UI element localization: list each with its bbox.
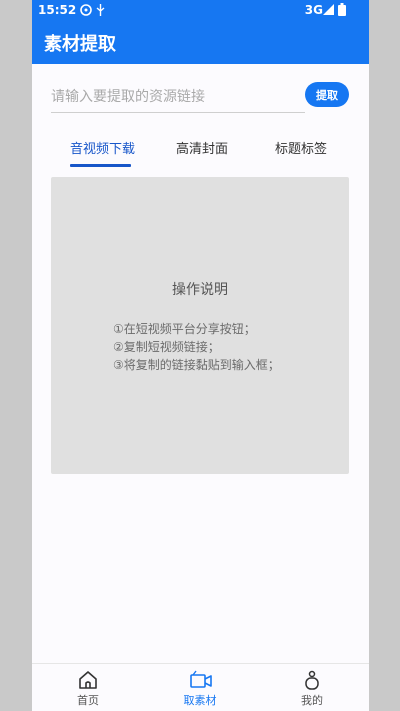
- status-time: 15:52: [38, 3, 77, 17]
- usb-icon: [96, 4, 105, 19]
- instruction-step: ③将复制的链接黏贴到输入框；: [113, 358, 280, 372]
- nav-home[interactable]: 首页: [32, 664, 144, 711]
- nav-profile[interactable]: 我的: [256, 664, 368, 711]
- app-bar: 素材提取: [32, 20, 369, 64]
- phone-screen: 15:52 3G 素材提取 提取 音视频下载 高清封面 标题标签 操作说明 ①在…: [32, 0, 369, 711]
- status-bar: 15:52 3G: [32, 0, 369, 20]
- notification-icon: [80, 4, 92, 19]
- profile-icon: [302, 670, 322, 690]
- instruction-step: ①在短视频平台分享按钮；: [113, 322, 256, 336]
- tab-active-indicator: [70, 164, 131, 167]
- extract-button[interactable]: 提取: [305, 82, 349, 107]
- tab-hd-cover[interactable]: 高清封面: [176, 138, 228, 157]
- home-icon: [78, 670, 98, 690]
- bottom-navigation: 首页 取素材 我的: [32, 663, 369, 711]
- tab-title-tags[interactable]: 标题标签: [275, 138, 327, 157]
- network-type: 3G: [304, 3, 323, 17]
- tab-bar: 音视频下载 高清封面 标题标签: [32, 130, 369, 170]
- nav-get-material[interactable]: 取素材: [144, 664, 256, 711]
- nav-profile-label: 我的: [301, 694, 323, 707]
- signal-icon: [323, 4, 334, 18]
- instructions-steps: ①在短视频平台分享按钮； ②复制短视频链接； ③将复制的链接黏贴到输入框；: [113, 320, 280, 374]
- instruction-step: ②复制短视频链接；: [113, 340, 220, 354]
- instructions-card: 操作说明 ①在短视频平台分享按钮； ②复制短视频链接； ③将复制的链接黏贴到输入…: [51, 177, 349, 474]
- video-icon: [190, 670, 212, 690]
- nav-get-material-label: 取素材: [183, 694, 217, 707]
- tab-video-download[interactable]: 音视频下载: [70, 138, 135, 157]
- battery-icon: [338, 3, 346, 19]
- instructions-heading: 操作说明: [172, 282, 228, 298]
- page-title: 素材提取: [44, 34, 116, 55]
- link-input[interactable]: [51, 81, 305, 113]
- nav-home-label: 首页: [77, 694, 99, 707]
